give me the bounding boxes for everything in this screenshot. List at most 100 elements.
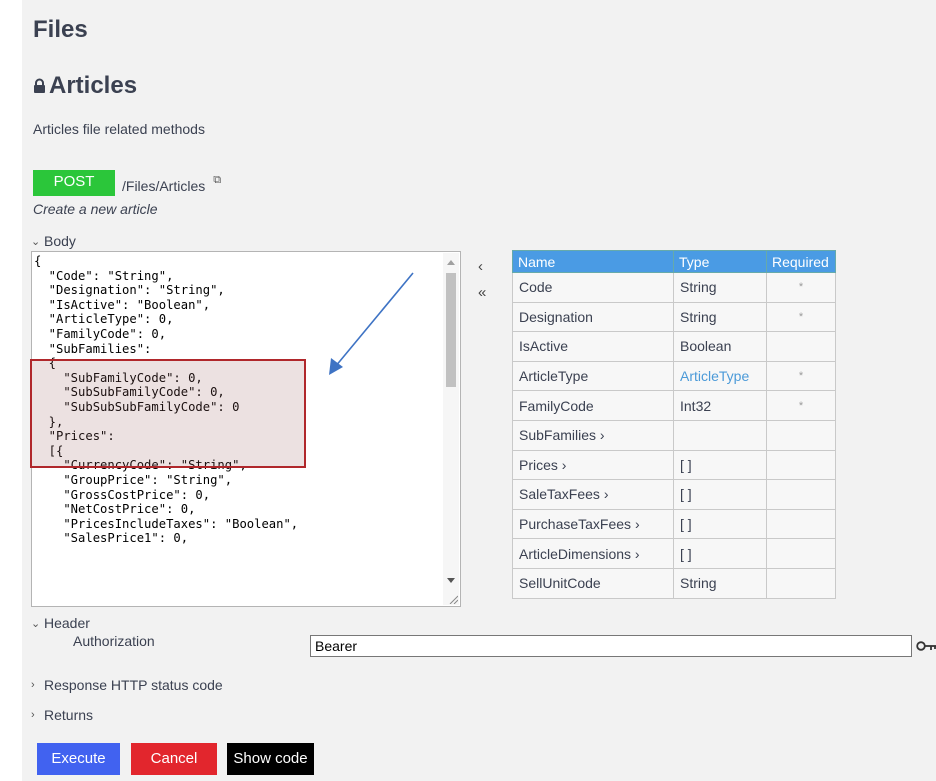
body-label: Body (44, 233, 76, 249)
schema-cell-name[interactable]: ArticleDimensions › (512, 538, 674, 569)
schema-cell-type: Boolean (673, 331, 767, 362)
section-title: Files (33, 16, 88, 43)
schema-row[interactable]: SaleTaxFees ›[ ] (512, 479, 836, 510)
schema-cell-name: Designation (512, 301, 674, 333)
body-toggle[interactable]: ⌄ Body (31, 233, 76, 249)
code-line: "Code": "String", (34, 268, 174, 283)
code-line: "ArticleType": 0, (34, 312, 174, 327)
chevron-right-icon: › (31, 679, 35, 691)
schema-cell-required (766, 419, 836, 451)
annotation-arrow-icon (329, 272, 414, 375)
code-line: "PricesIncludeTaxes": "Boolean", (34, 516, 299, 531)
col-header-required: Required (766, 250, 836, 273)
schema-cell-type: Int32 (673, 390, 767, 421)
schema-cell-name: SellUnitCode (512, 567, 674, 599)
tag-title[interactable]: Articles (33, 72, 137, 100)
schema-cell-required (766, 479, 836, 510)
schema-cell-name: ArticleType (512, 360, 674, 392)
endpoint-row: POST /Files/Articles ⧉ (33, 170, 221, 196)
schema-cell-required: * (766, 360, 836, 392)
chevron-down-icon: ⌄ (31, 617, 41, 630)
schema-cell-required (766, 508, 836, 540)
key-icon[interactable] (916, 639, 936, 653)
schema-cell-name: IsActive (512, 331, 674, 362)
schema-cell-name: FamilyCode (512, 390, 674, 421)
editor-scrollbar[interactable] (443, 253, 459, 605)
tag-title-text: Articles (49, 72, 138, 99)
tag-description: Articles file related methods (33, 121, 205, 137)
col-header-type: Type (673, 250, 767, 273)
left-margin (0, 0, 22, 781)
schema-row: Designation String * (512, 301, 836, 333)
schema-cell-required (766, 567, 836, 599)
schema-cell-type: [ ] (673, 508, 767, 540)
schema-cell-required: * (766, 272, 836, 303)
col-header-name: Name (512, 250, 674, 273)
response-toggle[interactable]: › Response HTTP status code (31, 677, 223, 693)
endpoint-summary: Create a new article (33, 201, 158, 217)
schema-row: ArticleType ArticleType * (512, 360, 836, 392)
schema-row[interactable]: SubFamilies › (512, 419, 836, 451)
header-toggle[interactable]: ⌄ Header (31, 615, 90, 631)
chevron-right-icon: › (31, 709, 35, 721)
code-line: "FamilyCode": 0, (34, 326, 167, 341)
code-line: "SalesPrice1": 0, (34, 531, 189, 546)
schema-cell-name[interactable]: PurchaseTaxFees › (512, 508, 674, 540)
schema-cell-type: String (673, 301, 767, 333)
schema-cell-required: * (766, 390, 836, 421)
schema-row: IsActive Boolean (512, 331, 836, 362)
schema-cell-name[interactable]: SaleTaxFees › (512, 479, 674, 510)
code-line: "NetCostPrice": 0, (34, 502, 196, 517)
schema-row[interactable]: Prices ›[ ] (512, 449, 836, 481)
scroll-thumb[interactable] (446, 273, 456, 387)
code-line: "IsActive": "Boolean", (34, 297, 211, 312)
annotation-highlight-box (30, 359, 306, 468)
schema-cell-type: [ ] (673, 479, 767, 510)
scroll-up-icon[interactable] (447, 260, 455, 265)
code-line: "GrossCostPrice": 0, (34, 487, 211, 502)
authorization-label: Authorization (73, 633, 155, 649)
schema-cell-type: String (673, 272, 767, 303)
resize-grip-icon[interactable] (448, 594, 458, 604)
schema-cell-name: Code (512, 272, 674, 303)
code-line: "SubFamilies": (34, 341, 152, 356)
schema-cell-required (766, 538, 836, 569)
code-line: "GroupPrice": "String", (34, 472, 233, 487)
returns-label: Returns (44, 707, 94, 723)
schema-row[interactable]: PurchaseTaxFees ›[ ] (512, 508, 836, 540)
schema-cell-required: * (766, 301, 836, 333)
schema-cell-type: String (673, 567, 767, 599)
schema-row: FamilyCode Int32 * (512, 390, 836, 421)
show-code-button[interactable]: Show code (227, 743, 314, 775)
authorization-input[interactable] (310, 635, 912, 657)
schema-row: SellUnitCode String (512, 567, 836, 599)
schema-header-row: Name Type Required (512, 250, 836, 273)
schema-table: Name Type Required Code String * Designatio… (512, 250, 836, 599)
scroll-down-icon[interactable] (447, 578, 455, 583)
schema-cell-type: [ ] (673, 449, 767, 481)
returns-toggle[interactable]: › Returns (31, 707, 93, 723)
schema-cell-type (673, 419, 767, 451)
response-label: Response HTTP status code (44, 677, 223, 693)
schema-row: Code String * (512, 272, 836, 303)
schema-cell-type: [ ] (673, 538, 767, 569)
nav-back-all-icon[interactable]: « (478, 284, 486, 310)
schema-cell-name[interactable]: Prices › (512, 449, 674, 481)
schema-cell-required (766, 449, 836, 481)
schema-cell-type[interactable]: ArticleType (673, 360, 767, 392)
lock-icon (34, 78, 45, 93)
copy-icon[interactable]: ⧉ (213, 174, 221, 187)
endpoint-path: /Files/Articles (122, 178, 206, 194)
chevron-down-icon: ⌄ (31, 235, 41, 248)
execute-button[interactable]: Execute (37, 743, 120, 775)
schema-cell-name[interactable]: SubFamilies › (512, 419, 674, 451)
post-method-badge[interactable]: POST (33, 170, 115, 196)
code-line: "Designation": "String", (34, 283, 225, 298)
schema-cell-required (766, 331, 836, 362)
cancel-button[interactable]: Cancel (131, 743, 217, 775)
schema-nav: ‹ « (478, 258, 486, 310)
nav-back-icon[interactable]: ‹ (478, 258, 486, 284)
code-line: { (34, 254, 42, 268)
header-label: Header (44, 615, 90, 631)
schema-row[interactable]: ArticleDimensions ›[ ] (512, 538, 836, 569)
